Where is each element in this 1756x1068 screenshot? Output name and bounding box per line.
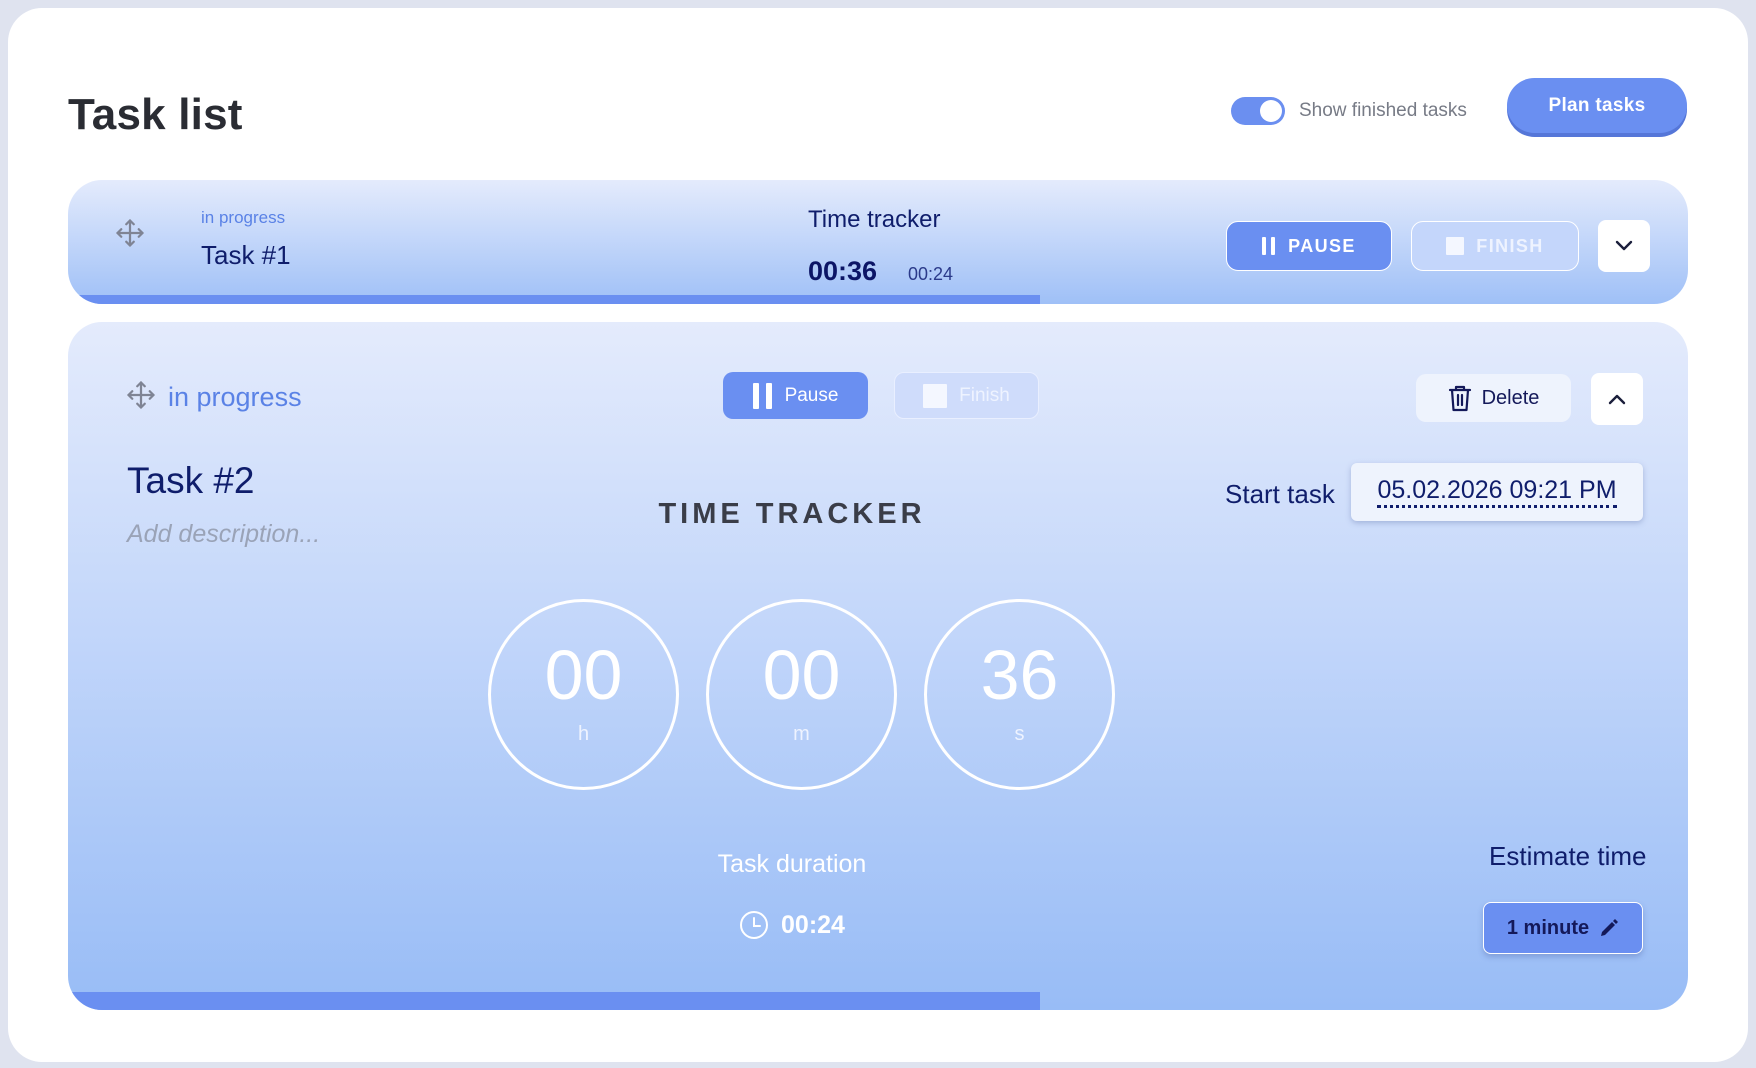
chevron-down-icon [1615, 240, 1633, 251]
move-icon[interactable] [126, 380, 156, 410]
task-duration-label: Task duration [717, 850, 867, 878]
finish-label: Finish [959, 384, 1010, 406]
hours-value: 00 [544, 636, 623, 714]
finish-label: FINISH [1476, 235, 1544, 256]
pause-label: PAUSE [1288, 235, 1356, 256]
pause-icon [1262, 237, 1276, 255]
pause-button[interactable]: PAUSE [1226, 221, 1392, 271]
expand-button[interactable] [1598, 220, 1650, 272]
seconds-dial: 36 s [924, 599, 1115, 790]
finish-button[interactable]: FINISH [1411, 221, 1579, 271]
minutes-value: 00 [762, 636, 841, 714]
minutes-dial: 00 m [706, 599, 897, 790]
task-name[interactable]: Task #1 [201, 240, 291, 271]
time-tracker-label: Time tracker [808, 206, 941, 233]
show-finished-label: Show finished tasks [1299, 100, 1467, 121]
estimated-time: 00:24 [908, 264, 954, 284]
delete-label: Delete [1481, 386, 1540, 409]
app-window: Task list Show finished tasks Plan tasks… [8, 8, 1748, 1062]
task-status: in progress [201, 208, 286, 227]
hours-unit: h [577, 723, 590, 745]
delete-button[interactable]: Delete [1416, 374, 1571, 422]
task-name[interactable]: Task #2 [127, 460, 255, 502]
estimate-time-label: Estimate time [1489, 841, 1647, 871]
task-progress-bar [68, 992, 1040, 1010]
plan-tasks-button[interactable]: Plan tasks [1507, 78, 1687, 133]
collapse-button[interactable] [1591, 373, 1643, 425]
task-status: in progress [168, 382, 302, 412]
start-task-label: Start task [1225, 479, 1335, 509]
trash-icon [1448, 385, 1471, 412]
seconds-value: 36 [980, 636, 1059, 714]
task-card-collapsed: in progress Task #1 Time tracker 00:36 0… [68, 180, 1688, 304]
task-duration-value: 00:24 [781, 910, 845, 939]
stop-icon [923, 383, 948, 408]
task-card-expanded: in progress Pause Finish Delete Task #2 … [68, 322, 1688, 1010]
show-finished-toggle[interactable] [1231, 97, 1285, 125]
hours-dial: 00 h [488, 599, 679, 790]
pencil-icon [1601, 919, 1619, 936]
estimate-time-button[interactable]: 1 minute [1483, 902, 1643, 954]
pause-icon [752, 382, 772, 409]
move-icon[interactable] [115, 218, 145, 248]
stop-icon [1446, 237, 1465, 255]
show-finished-toggle-group: Show finished tasks [1231, 97, 1467, 125]
pause-button[interactable]: Pause [723, 372, 868, 419]
start-task-value: 05.02.2026 09:21 PM [1377, 476, 1617, 508]
chevron-up-icon [1608, 394, 1626, 405]
page-title: Task list [68, 90, 243, 139]
toggle-knob [1260, 100, 1282, 122]
start-task-datetime-field[interactable]: 05.02.2026 09:21 PM [1351, 463, 1643, 521]
task-duration: 00:24 [68, 910, 1516, 940]
estimate-time-value: 1 minute [1506, 916, 1590, 939]
minutes-unit: m [793, 723, 810, 745]
elapsed-time: 00:36 [808, 256, 878, 286]
finish-button[interactable]: Finish [894, 372, 1039, 419]
clock-icon [740, 911, 769, 939]
seconds-unit: s [1014, 723, 1025, 745]
pause-label: Pause [784, 384, 839, 406]
task-progress-bar [68, 295, 1040, 304]
